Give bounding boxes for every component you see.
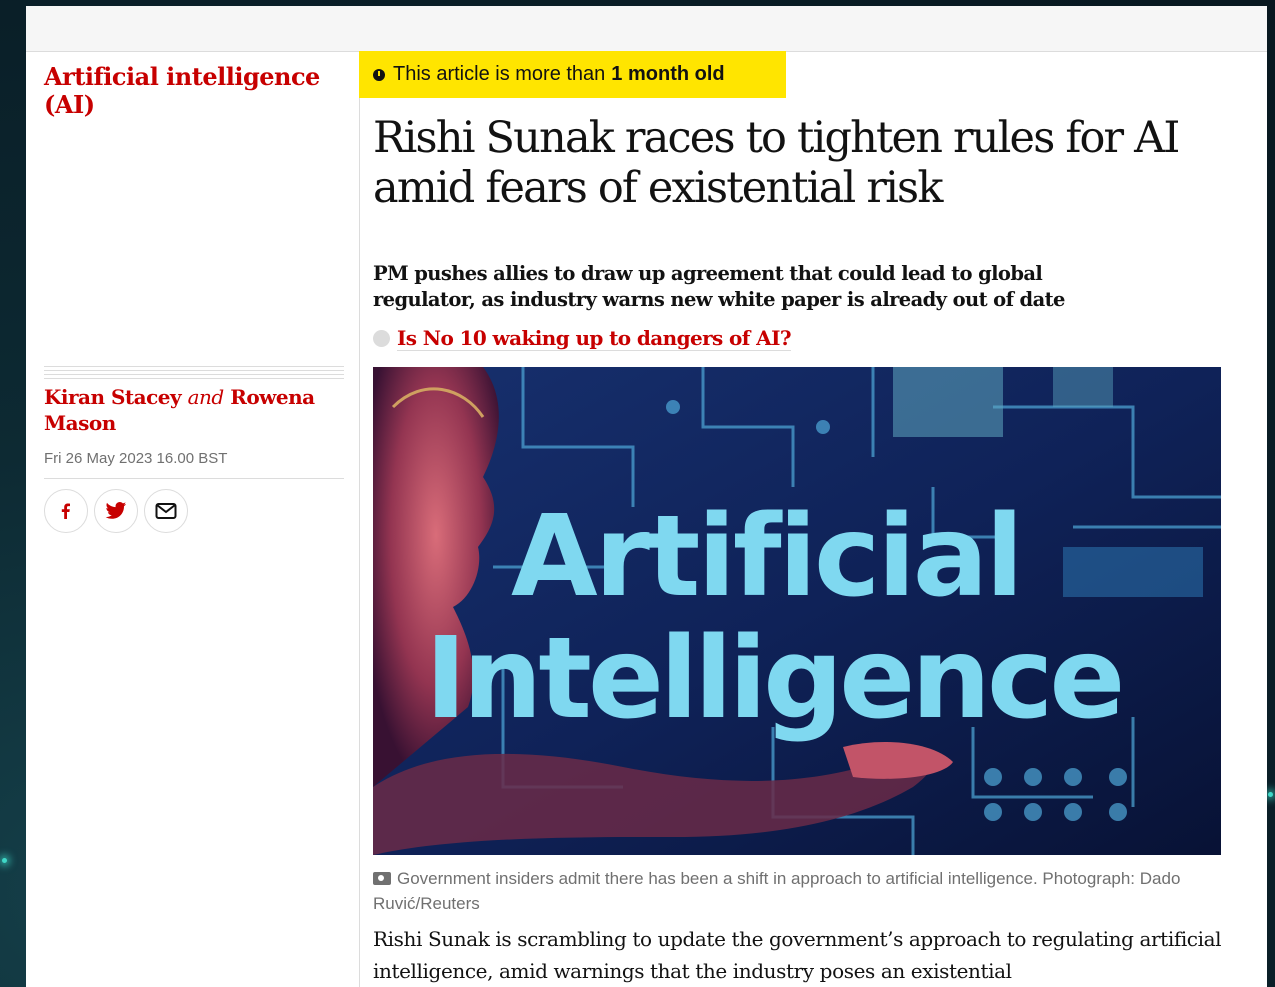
top-bar — [26, 6, 1267, 52]
age-badge-emphasis: 1 month old — [611, 63, 725, 85]
share-buttons — [44, 489, 188, 533]
clock-icon — [373, 68, 385, 81]
author-link-1[interactable]: Kiran Stacey — [44, 385, 182, 409]
twitter-share-button[interactable] — [94, 489, 138, 533]
article-age-badge: This article is more than 1 month old — [359, 51, 786, 98]
email-icon — [155, 503, 177, 519]
column-divider — [359, 51, 360, 987]
dateline: Fri 26 May 2023 16.00 BST — [44, 450, 228, 467]
hero-text-line-2: Intelligence — [425, 614, 1121, 744]
article-headline: Rishi Sunak races to tighten rules for A… — [373, 113, 1180, 213]
byline-conjunction: and — [187, 385, 225, 409]
image-caption: Government insiders admit there has been… — [373, 866, 1233, 916]
hero-image[interactable]: Artificial Intelligence — [373, 367, 1221, 855]
left-column: Artificial intelligence (AI) Kiran Stace… — [44, 51, 346, 533]
related-article-link[interactable]: Is No 10 waking up to dangers of AI? — [397, 326, 792, 351]
article-standfirst: PM pushes allies to draw up agreement th… — [373, 262, 1065, 311]
article-page: Artificial intelligence (AI) Kiran Stace… — [26, 6, 1267, 987]
age-badge-prefix: This article is more than — [393, 63, 606, 85]
background-glow — [2, 858, 7, 863]
hero-image-graphic: Artificial Intelligence — [373, 367, 1221, 855]
related-article: Is No 10 waking up to dangers of AI? — [373, 326, 792, 351]
dateline-divider — [44, 478, 344, 479]
article-body: Rishi Sunak is scrambling to update the … — [373, 927, 1222, 983]
background-glow — [1268, 792, 1273, 797]
facebook-share-button[interactable] — [44, 489, 88, 533]
email-share-button[interactable] — [144, 489, 188, 533]
twitter-icon — [105, 502, 127, 519]
caption-text: Government insiders admit there has been… — [373, 869, 1181, 913]
related-bullet-icon — [373, 330, 390, 347]
camera-icon — [373, 872, 391, 885]
byline: Kiran Stacey and Rowena Mason — [44, 384, 344, 436]
section-label[interactable]: Artificial intelligence (AI) — [44, 63, 346, 119]
facebook-icon — [61, 503, 70, 519]
hero-text-line-1: Artificial — [511, 492, 1021, 622]
byline-rule — [44, 366, 344, 382]
